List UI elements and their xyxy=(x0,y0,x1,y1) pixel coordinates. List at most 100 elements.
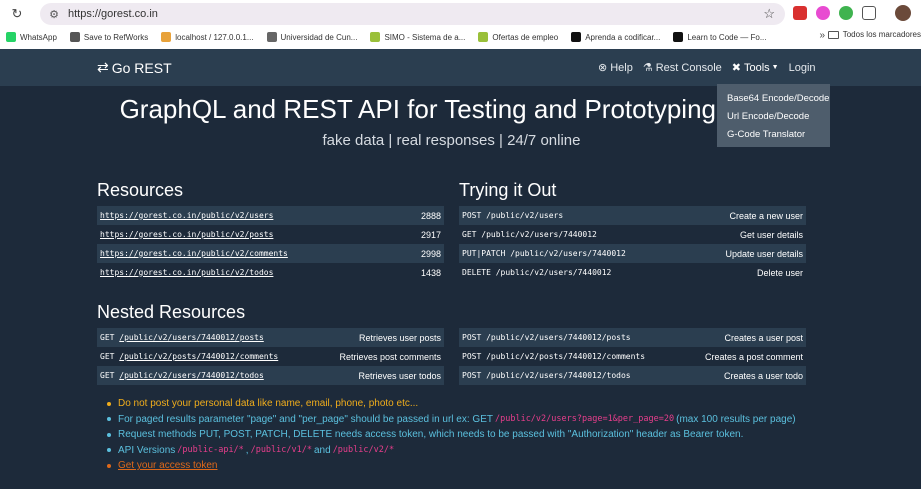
http-method: DELETE xyxy=(462,268,491,277)
bookmark-item[interactable]: Universidad de Cun... xyxy=(266,32,358,42)
nav-login[interactable]: Login xyxy=(789,62,816,74)
bookmarks-bar: WhatsApp Save to RefWorks localhost / 127.… xyxy=(0,28,921,46)
bookmark-item[interactable]: localhost / 127.0.0.1... xyxy=(161,32,254,42)
endpoint: POST /public/v2/users xyxy=(462,211,563,220)
bookmark-star-icon[interactable]: ☆ xyxy=(763,6,775,22)
table-row: https://gorest.co.in/public/v2/todos 1438 xyxy=(97,263,444,282)
nav-tools[interactable]: ✖ Tools ▼ xyxy=(732,61,779,75)
nav-help-label: Help xyxy=(610,61,633,74)
bookmark-favicon-icon xyxy=(370,32,381,42)
resource-link[interactable]: https://gorest.co.in/public/v2/users xyxy=(100,211,273,220)
note-token-text: Request methods PUT, POST, PATCH, DELETE… xyxy=(118,429,744,441)
table-row: https://gorest.co.in/public/v2/comments 2… xyxy=(97,244,444,263)
more-bookmarks-button[interactable]: » xyxy=(819,30,825,41)
bullet xyxy=(107,448,111,453)
table-row: GET /public/v2/users/7440012/posts Retrie… xyxy=(97,328,444,347)
versions-sep-and: and xyxy=(314,444,331,456)
page-title-text: GraphQL and REST API for Testing and Pro… xyxy=(119,94,716,124)
bullet xyxy=(107,432,111,437)
resources-table: https://gorest.co.in/public/v2/users 2888… xyxy=(97,206,444,282)
endpoint-description: Retrieves user posts xyxy=(358,332,441,343)
http-method: POST xyxy=(462,352,482,361)
site-navbar: ⇄ Go REST ⊗ Help ⚗ Rest Console ✖ Tools … xyxy=(0,49,921,86)
notes-list: Do not post your personal data like name… xyxy=(107,396,796,474)
flask-icon: ⚗ xyxy=(642,62,653,74)
bookmark-label: Universidad de Cun... xyxy=(280,32,358,42)
endpoint: PUT|PATCH /public/v2/users/7440012 xyxy=(462,249,626,258)
address-bar[interactable]: ⚙ https://gorest.co.in ☆ xyxy=(40,3,785,25)
resource-link[interactable]: https://gorest.co.in/public/v2/todos xyxy=(100,268,273,277)
bookmark-item[interactable]: SIMO - Sistema de a... xyxy=(370,32,465,42)
versions-sep-comma: , xyxy=(245,444,249,456)
endpoint-link[interactable]: /public/v2/users/7440012/posts xyxy=(119,333,264,342)
brand-link[interactable]: ⇄ Go REST xyxy=(97,59,172,76)
extension-icon[interactable] xyxy=(839,6,853,20)
endpoint-description: Creates a user post xyxy=(724,332,803,343)
page-subtitle: fake data | real responses | 24/7 online xyxy=(322,132,581,149)
table-row: GET /public/v2/posts/7440012/comments Ret… xyxy=(97,347,444,366)
endpoint-link[interactable]: /public/v2/users/7440012/todos xyxy=(119,371,264,380)
brand-label: Go REST xyxy=(111,59,172,76)
endpoint: POST /public/v2/posts/7440012/comments xyxy=(462,352,645,361)
extensions-puzzle-icon[interactable] xyxy=(862,6,876,20)
resource-link[interactable]: https://gorest.co.in/public/v2/posts xyxy=(100,230,273,239)
access-token-link[interactable]: Get your access token xyxy=(118,460,218,471)
reload-icon[interactable]: ↻ xyxy=(8,5,26,23)
extension-icon[interactable] xyxy=(816,6,830,20)
menu-item-base64[interactable]: Base64 Encode/Decode xyxy=(717,90,830,108)
note-paging-post: (max 100 results per page) xyxy=(676,413,796,425)
bookmark-favicon-icon xyxy=(478,32,489,42)
endpoint-path: /public/v2/users xyxy=(486,211,564,220)
endpoint: GET /public/v2/posts/7440012/comments xyxy=(100,352,278,361)
version-code-v2: /public/v2/* xyxy=(332,445,395,456)
exchange-icon: ⇄ xyxy=(97,59,109,75)
endpoint: POST /public/v2/users/7440012/posts xyxy=(462,333,631,342)
endpoint-description: Get user details xyxy=(739,229,803,240)
note-paging-pre: For paged results parameter "page" and "… xyxy=(118,413,493,425)
bookmark-favicon-icon xyxy=(571,32,582,42)
url-text[interactable]: https://gorest.co.in xyxy=(68,8,158,20)
folder-icon xyxy=(827,30,839,39)
pdf-extension-icon[interactable] xyxy=(793,6,807,20)
resource-link[interactable]: https://gorest.co.in/public/v2/comments xyxy=(100,249,288,258)
nested-heading: Nested Resources xyxy=(97,302,246,322)
http-method: PUT|PATCH xyxy=(462,249,506,258)
bookmark-label: SIMO - Sistema de a... xyxy=(384,32,466,42)
table-row: POST /public/v2/users/7440012/posts Creat… xyxy=(459,328,806,347)
bookmark-favicon-icon xyxy=(266,32,277,42)
nav-rest-console-label: Rest Console xyxy=(655,61,722,74)
site-info-icon[interactable]: ⚙ xyxy=(46,6,62,22)
http-method: GET xyxy=(100,333,115,342)
nested-post-table: POST /public/v2/users/7440012/posts Creat… xyxy=(459,328,806,385)
note-token: Request methods PUT, POST, PATCH, DELETE… xyxy=(107,427,796,443)
endpoint-description: Retrieves user todos xyxy=(358,370,441,381)
help-circle-icon: ⊗ xyxy=(598,62,608,74)
nested-get-table: GET /public/v2/users/7440012/posts Retrie… xyxy=(97,328,444,385)
bookmark-label: WhatsApp xyxy=(20,32,57,42)
endpoint-path: /public/v2/users/7440012/todos xyxy=(486,371,631,380)
bookmark-item[interactable]: Aprenda a codificar... xyxy=(571,32,660,42)
nav-rest-console[interactable]: ⚗ Rest Console xyxy=(642,61,722,75)
bookmark-item[interactable]: Ofertas de empleo xyxy=(478,32,558,42)
bookmark-label: Ofertas de empleo xyxy=(492,32,559,42)
bookmark-item[interactable]: WhatsApp xyxy=(6,32,57,42)
nav-help[interactable]: ⊗ Help xyxy=(598,61,633,75)
bookmark-label: Save to RefWorks xyxy=(83,32,149,42)
endpoint: DELETE /public/v2/users/7440012 xyxy=(462,268,611,277)
all-bookmarks-folder[interactable]: Todos los marcadores xyxy=(827,30,921,39)
profile-avatar[interactable] xyxy=(895,5,911,21)
endpoint-path: /public/v2/users/7440012 xyxy=(495,268,612,277)
menu-item-url-encode[interactable]: Url Encode/Decode xyxy=(717,108,830,126)
endpoint-link[interactable]: /public/v2/posts/7440012/comments xyxy=(119,352,278,361)
http-method: GET xyxy=(100,371,115,380)
bookmark-item[interactable]: Learn to Code — Fo... xyxy=(673,32,767,42)
bookmark-item[interactable]: Save to RefWorks xyxy=(69,32,149,42)
table-row: POST /public/v2/users Create a new user xyxy=(459,206,806,225)
version-code-v1: /public/v1/* xyxy=(250,445,312,456)
table-row: POST /public/v2/users/7440012/todos Creat… xyxy=(459,366,806,385)
bullet xyxy=(107,401,111,406)
nav-login-label: Login xyxy=(788,61,816,74)
endpoint-description: Update user details xyxy=(725,248,803,259)
version-code-public-api: /public-api/* xyxy=(177,445,244,456)
page-title: GraphQL and REST API for Testing and Pro… xyxy=(0,94,716,125)
